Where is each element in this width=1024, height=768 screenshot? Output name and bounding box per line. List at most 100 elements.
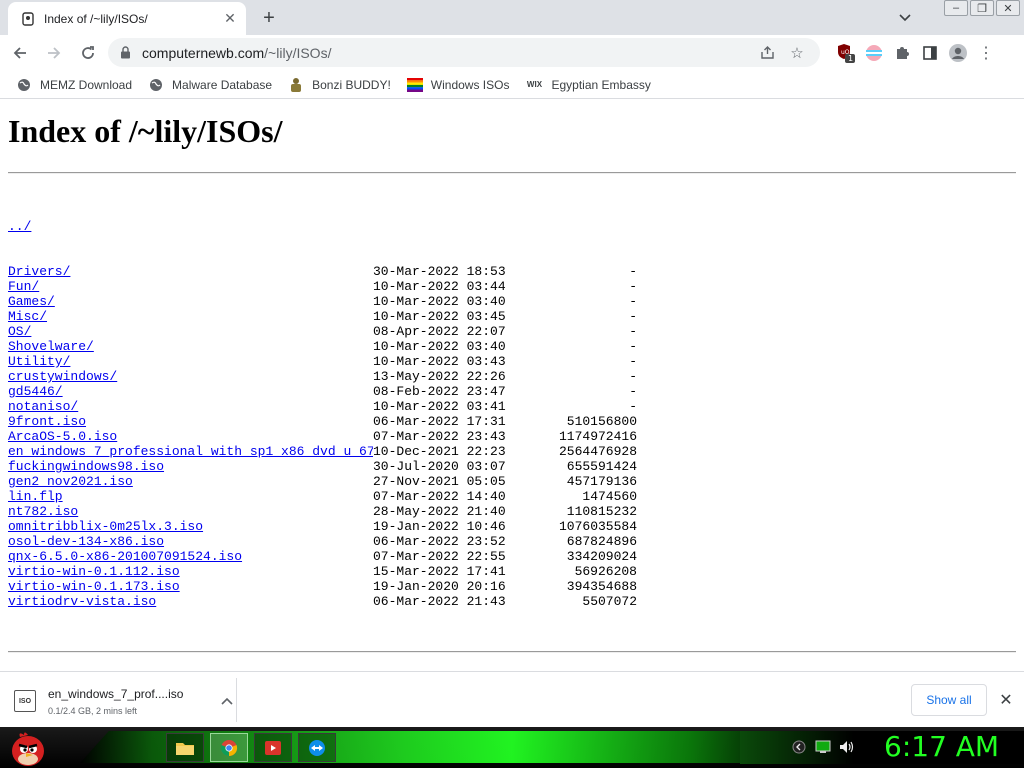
minimize-button[interactable]: – [944,0,968,16]
show-all-button[interactable]: Show all [911,684,987,716]
chrome-menu-icon[interactable]: ⋮ [972,39,1000,67]
taskbar-file-explorer-icon[interactable] [166,733,204,762]
lock-icon[interactable] [118,46,132,60]
file-link[interactable]: crustywindows/ [8,369,373,384]
tab-strip: Index of /~lily/ISOs/ ✕ + – ❐ ✕ [0,0,1024,35]
profile-avatar-icon[interactable] [944,39,972,67]
restore-button[interactable]: ❐ [970,0,994,16]
file-size: 655591424 [566,459,637,474]
tray-chevron-icon[interactable] [788,737,810,757]
listing-row: virtio-win-0.1.173.iso 19-Jan-2020 20:16 3… [8,579,1016,594]
reload-button[interactable] [74,39,102,67]
file-link[interactable]: virtiodrv-vista.iso [8,594,373,609]
bookmark-malware-database[interactable]: Malware Database [140,73,280,97]
start-button-angry-bird-icon[interactable] [6,727,48,768]
side-panel-icon[interactable] [916,39,944,67]
parent-directory-link[interactable]: ../ [8,219,373,234]
volume-icon[interactable] [836,737,858,757]
file-link[interactable]: gd5446/ [8,384,373,399]
pride-extension-icon[interactable] [860,39,888,67]
file-size: - [629,309,637,324]
file-link[interactable]: nt782.iso [8,504,373,519]
taskbar: 6:17 AM [0,727,1024,768]
listing-row: Fun/10-Mar-2022 03:44 - [8,279,1016,294]
listing-row: osol-dev-134-x86.iso 06-Mar-2022 23:52 687… [8,534,1016,549]
ublock-extension-icon[interactable]: uO 1 [832,39,860,67]
taskbar-clock[interactable]: 6:17 AM [884,730,999,763]
shelf-separator [236,678,237,722]
listing-row: virtio-win-0.1.112.iso 15-Mar-2022 17:41 5… [8,564,1016,579]
taskbar-teamviewer-icon[interactable] [298,733,336,762]
modified-date: 10-Mar-2022 03:40 [373,339,506,354]
bookmark-windows-isos[interactable]: Windows ISOs [399,73,518,97]
file-link[interactable]: notaniso/ [8,399,373,414]
url-text[interactable]: computernewb.com/~lily/ISOs/ [142,45,750,61]
new-tab-button[interactable]: + [256,6,282,30]
bookmark-star-icon[interactable]: ☆ [784,41,810,65]
bookmark-bonzi-buddy[interactable]: Bonzi BUDDY! [280,73,399,97]
taskbar-media-player-icon[interactable] [254,733,292,762]
modified-date: 19-Jan-2022 10:46 [373,519,506,534]
file-link[interactable]: omnitribblix-0m25lx.3.iso [8,519,373,534]
windows-flag-icon [406,77,423,93]
modified-date: 08-Feb-2022 23:47 [373,384,506,399]
file-link[interactable]: Fun/ [8,279,373,294]
listing-row: gd5446/08-Feb-2022 23:47 - [8,384,1016,399]
page-content: Index of /~lily/ISOs/ ../ Drivers/30-Mar… [0,100,1024,671]
divider [8,651,1016,653]
listing-row: Utility/10-Mar-2022 03:43 - [8,354,1016,369]
file-link[interactable]: OS/ [8,324,373,339]
tab-close-icon[interactable]: ✕ [222,10,238,27]
file-link[interactable]: osol-dev-134-x86.iso [8,534,373,549]
bookmark-memz-download[interactable]: MEMZ Download [8,73,140,97]
file-link[interactable]: virtio-win-0.1.112.iso [8,564,373,579]
file-link[interactable]: Shovelware/ [8,339,373,354]
share-icon[interactable] [754,41,780,65]
listing-row: Shovelware/10-Mar-2022 03:40 - [8,339,1016,354]
extensions-area: uO 1 ⋮ [832,39,1000,67]
chevron-up-icon[interactable] [218,694,236,708]
modified-date: 10-Mar-2022 03:41 [373,399,506,414]
file-listing: ../ Drivers/30-Mar-2022 18:53- Fun/10-Mar… [8,189,1016,639]
listing-row: lin.flp 07-Mar-2022 14:40 1474560 [8,489,1016,504]
window-controls: – ❐ ✕ [942,0,1020,16]
modified-date: 27-Nov-2021 05:05 [373,474,506,489]
page-title: Index of /~lily/ISOs/ [8,113,283,149]
file-size: - [629,339,637,354]
extensions-puzzle-icon[interactable] [888,39,916,67]
close-shelf-icon[interactable]: ✕ [996,690,1016,710]
modified-date: 13-May-2022 22:26 [373,369,506,384]
network-icon[interactable] [812,737,834,757]
listing-row: crustywindows/13-May-2022 22:26 - [8,369,1016,384]
file-link[interactable]: Games/ [8,294,373,309]
file-link[interactable]: virtio-win-0.1.173.iso [8,579,373,594]
file-link[interactable]: ArcaOS-5.0.iso [8,429,373,444]
file-link[interactable]: Misc/ [8,309,373,324]
file-link[interactable]: lin.flp [8,489,373,504]
tab-search-chevron-icon[interactable] [892,6,918,30]
taskbar-chrome-icon[interactable] [210,733,248,762]
bookmark-egyptian-embassy[interactable]: WIX Egyptian Embassy [517,73,658,97]
file-link[interactable]: 9front.iso [8,414,373,429]
download-item[interactable]: ISO en_windows_7_prof....iso 0.1/2.4 GB,… [14,680,236,722]
file-link[interactable]: Drivers/ [8,264,373,279]
file-link[interactable]: qnx-6.5.0-x86-201007091524.iso [8,549,373,564]
address-bar[interactable]: computernewb.com/~lily/ISOs/ ☆ [108,38,820,67]
browser-toolbar: computernewb.com/~lily/ISOs/ ☆ uO 1 ⋮ [0,35,1024,71]
modified-date: 15-Mar-2022 17:41 [373,564,506,579]
modified-date: 10-Mar-2022 03:44 [373,279,506,294]
bookmarks-bar: MEMZ Download Malware Database Bonzi BUD… [0,71,1024,99]
file-link[interactable]: Utility/ [8,354,373,369]
globe-icon [16,77,32,93]
back-button[interactable] [6,39,34,67]
file-link[interactable]: fuckingwindows98.iso [8,459,373,474]
tab-title: Index of /~lily/ISOs/ [44,11,148,26]
file-size: 510156800 [566,414,637,429]
file-link[interactable]: en_windows_7_professional_with_sp1_x86_d… [8,444,373,459]
file-size: 2564476928 [558,444,637,459]
browser-tab[interactable]: Index of /~lily/ISOs/ ✕ [8,2,246,35]
forward-button[interactable] [40,39,68,67]
listing-row: gen2_nov2021.iso 27-Nov-2021 05:05 4571791… [8,474,1016,489]
close-window-button[interactable]: ✕ [996,0,1020,16]
file-link[interactable]: gen2_nov2021.iso [8,474,373,489]
